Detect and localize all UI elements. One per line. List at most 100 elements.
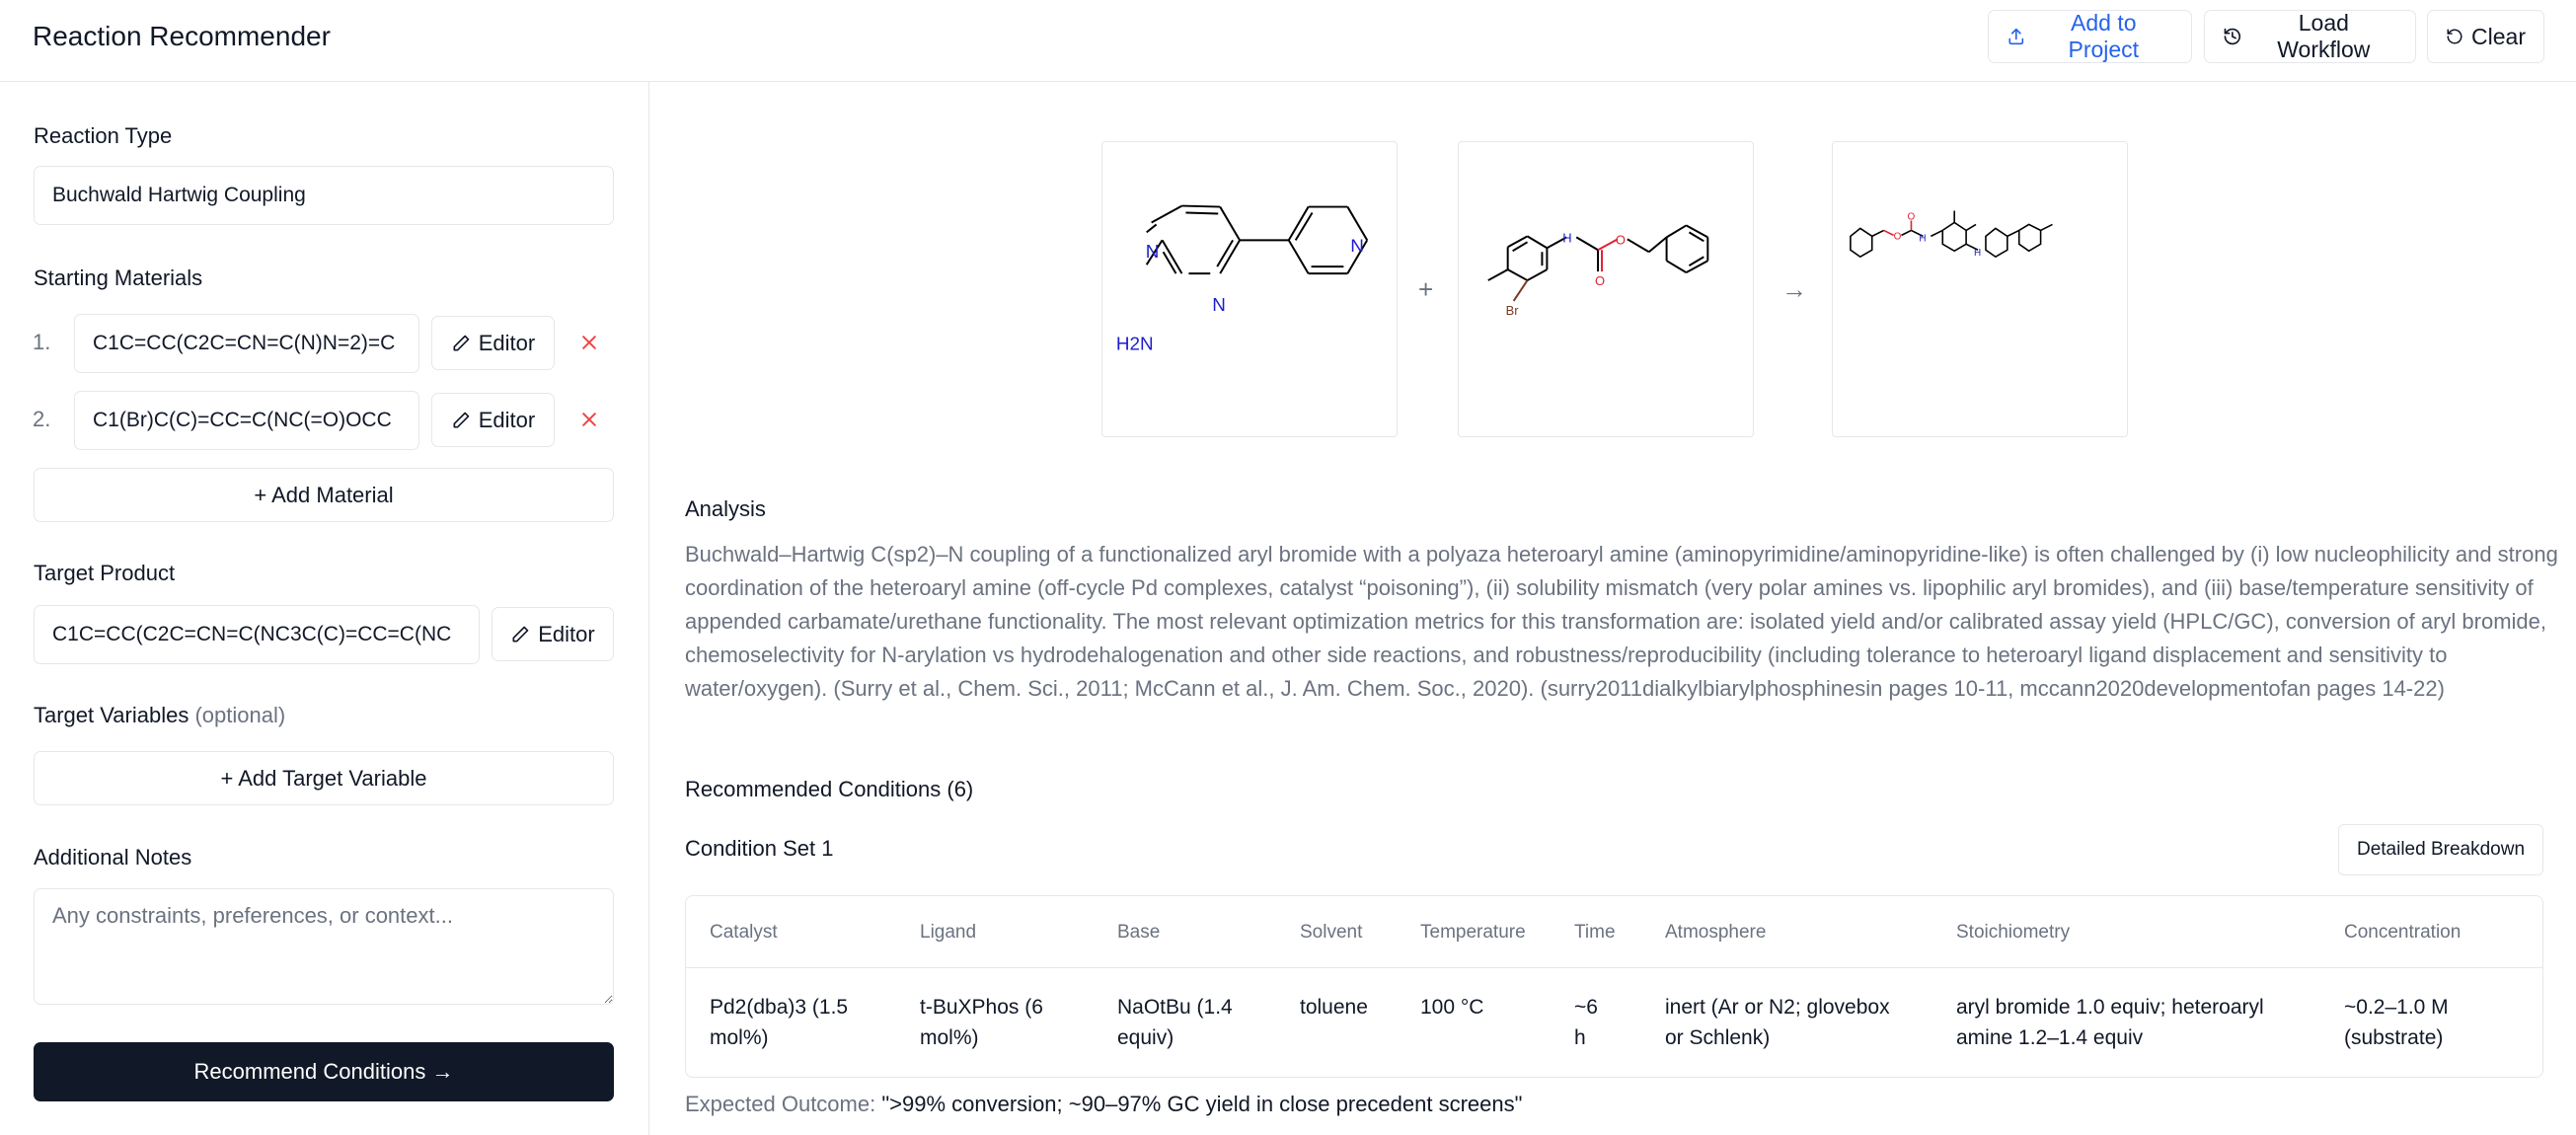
load-workflow-button[interactable]: Load Workflow xyxy=(2204,10,2416,63)
cell-line: or Schlenk) xyxy=(1665,1026,1771,1049)
add-material-button[interactable]: + Add Material xyxy=(34,468,614,522)
target-product-label: Target Product xyxy=(34,561,176,585)
nh-label: H xyxy=(1919,233,1926,244)
table-cell: aryl bromide 1.0 equiv; heteroaryl amine … xyxy=(1956,992,2264,1053)
carbonyl-o-label: O xyxy=(1595,273,1605,288)
cell-line: 100 °C xyxy=(1420,996,1484,1019)
pencil-icon xyxy=(512,626,529,642)
plus-sign: + xyxy=(1418,274,1434,304)
cell-line: ~0.2–1.0 M xyxy=(2344,996,2449,1019)
cell-line: amine 1.2–1.4 equiv xyxy=(1956,1026,2144,1049)
material-editor-button[interactable]: Editor xyxy=(431,393,555,447)
material-index: 1. xyxy=(33,330,51,354)
add-target-variable-button[interactable]: + Add Target Variable xyxy=(34,751,614,805)
pyrimidine-n-label: N xyxy=(1146,241,1160,262)
cell-line: inert (Ar or N2; glovebox xyxy=(1665,996,1890,1019)
table-cell: 100 °C xyxy=(1420,992,1483,1022)
reactant-1-structure: N N N H2N xyxy=(1101,141,1398,437)
results-panel: N N N H2N + H O O Br → H H O O Analysis … xyxy=(650,82,2576,1135)
bromine-label: Br xyxy=(1506,303,1520,318)
reaction-type-field[interactable]: Buchwald Hartwig Coupling xyxy=(34,166,614,225)
remove-material-icon[interactable] xyxy=(579,331,599,356)
column-header: Time xyxy=(1574,922,1616,943)
reset-icon xyxy=(2447,29,2462,44)
history-icon xyxy=(2224,28,2240,45)
column-header: Ligand xyxy=(920,922,977,943)
cell-line: NaOtBu (1.4 xyxy=(1117,996,1233,1019)
table-cell: Pd2(dba)3 (1.5 mol%) xyxy=(710,992,848,1053)
target-product-smiles-input[interactable]: C1C=CC(C2C=CN=C(NC3C(C)=CC=C(NC xyxy=(34,605,480,664)
conditions-table: Catalyst Ligand Base Solvent Temperature… xyxy=(685,895,2543,1078)
column-header: Base xyxy=(1117,922,1161,943)
clear-button[interactable]: Clear xyxy=(2427,10,2544,63)
material-editor-button[interactable]: Editor xyxy=(431,316,555,370)
cell-line: h xyxy=(1574,1026,1586,1049)
column-header: Solvent xyxy=(1300,922,1363,943)
recommended-conditions-heading: Recommended Conditions (6) xyxy=(685,777,974,801)
ester-o-label: O xyxy=(1894,231,1902,242)
pencil-icon xyxy=(453,412,470,427)
reaction-form-sidebar: Reaction Type Buchwald Hartwig Coupling … xyxy=(0,82,649,1135)
condition-set-title: Condition Set 1 xyxy=(685,836,834,861)
column-header: Atmosphere xyxy=(1665,922,1767,943)
molecule-drawing: H O O Br xyxy=(1487,224,1709,318)
cell-line: toluene xyxy=(1300,996,1368,1019)
additional-notes-textarea[interactable] xyxy=(34,888,614,1005)
molecule-drawing: H H O O xyxy=(1850,210,2053,259)
pyrimidine-n-label: N xyxy=(1212,294,1226,315)
table-divider xyxy=(686,967,2542,968)
target-variables-text: Target Variables xyxy=(34,703,189,727)
cell-line: mol%) xyxy=(920,1026,979,1049)
clear-label: Clear xyxy=(2471,23,2526,49)
carbonyl-o-label: O xyxy=(1907,211,1915,222)
expected-outcome-value: ">99% conversion; ~90–97% GC yield in cl… xyxy=(881,1092,1523,1116)
editor-label: Editor xyxy=(538,621,595,646)
starting-material-smiles-input[interactable]: C1(Br)C(C)=CC=C(NC(=O)OCC xyxy=(74,391,419,450)
add-to-project-button[interactable]: Add to Project xyxy=(1988,10,2192,63)
add-to-project-label: Add to Project xyxy=(2068,10,2140,62)
starting-materials-label: Starting Materials xyxy=(34,265,203,290)
material-index: 2. xyxy=(33,407,51,431)
table-cell: toluene xyxy=(1300,992,1368,1022)
analysis-heading: Analysis xyxy=(685,496,766,521)
table-cell: NaOtBu (1.4 equiv) xyxy=(1117,992,1233,1053)
column-header: Concentration xyxy=(2344,922,2462,943)
nh-label: H xyxy=(1974,248,1981,259)
cell-line: aryl bromide 1.0 equiv; heteroaryl xyxy=(1956,996,2264,1019)
molecule-drawing: N N N H2N xyxy=(1116,204,1369,354)
optional-hint: (optional) xyxy=(194,703,286,727)
pencil-icon xyxy=(453,335,470,350)
reaction-arrow: → xyxy=(1781,274,1807,304)
pyridine-n-label: N xyxy=(1350,235,1364,256)
remove-material-icon[interactable] xyxy=(579,408,599,433)
column-header: Temperature xyxy=(1420,922,1526,943)
cell-line: equiv) xyxy=(1117,1026,1174,1049)
editor-label: Editor xyxy=(478,330,536,355)
reactant-2-structure: H O O Br xyxy=(1458,141,1754,437)
ester-o-label: O xyxy=(1616,232,1626,247)
table-cell: t-BuXPhos (6 mol%) xyxy=(920,992,1043,1053)
cell-line: Pd2(dba)3 (1.5 xyxy=(710,996,849,1019)
cell-line: (substrate) xyxy=(2344,1026,2444,1049)
editor-label: Editor xyxy=(478,407,536,432)
starting-material-smiles-input[interactable]: C1C=CC(C2C=CN=C(N)N=2)=C xyxy=(74,314,419,373)
app-header: Reaction Recommender Add to Project Load… xyxy=(0,0,2576,82)
upload-icon xyxy=(2008,28,2024,45)
reaction-type-label: Reaction Type xyxy=(34,123,173,148)
table-cell: ~6 h xyxy=(1574,992,1598,1053)
load-workflow-label: Load Workflow xyxy=(2277,10,2371,62)
column-header: Catalyst xyxy=(710,922,778,943)
expected-outcome: Expected Outcome: ">99% conversion; ~90–… xyxy=(685,1092,1522,1117)
nh-label: H xyxy=(1562,230,1571,245)
additional-notes-label: Additional Notes xyxy=(34,845,192,870)
product-structure: H H O O xyxy=(1832,141,2128,437)
page-title: Reaction Recommender xyxy=(33,21,331,51)
target-product-editor-button[interactable]: Editor xyxy=(492,607,614,661)
recommend-conditions-button[interactable]: Recommend Conditions → xyxy=(34,1042,614,1101)
cell-line: mol%) xyxy=(710,1026,769,1049)
detailed-breakdown-button[interactable]: Detailed Breakdown xyxy=(2338,824,2543,875)
column-header: Stoichiometry xyxy=(1956,922,2071,943)
amine-label: H2N xyxy=(1116,334,1154,354)
target-variables-label: Target Variables (optional) xyxy=(34,702,285,729)
table-cell: inert (Ar or N2; glovebox or Schlenk) xyxy=(1665,992,1890,1053)
